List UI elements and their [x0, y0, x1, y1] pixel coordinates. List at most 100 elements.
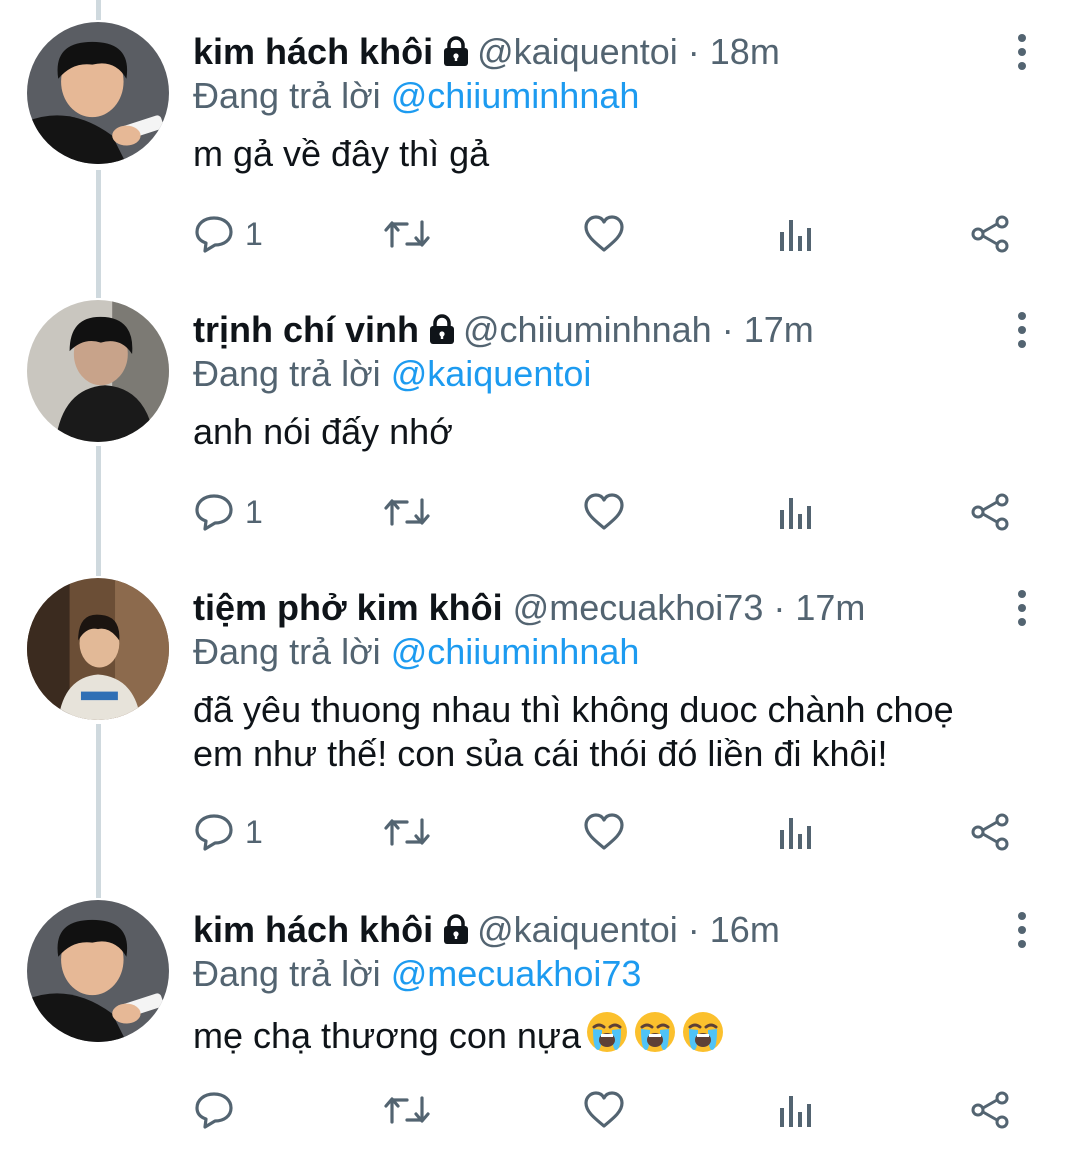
heart-icon — [583, 1090, 625, 1130]
thread-line — [96, 0, 101, 20]
analytics-icon — [777, 812, 813, 852]
retweet-icon — [383, 1090, 431, 1130]
replying-to: Đang trả lời @chiiuminhnah — [193, 74, 639, 118]
timestamp[interactable]: 18m — [710, 31, 780, 72]
separator-dot: · — [687, 31, 700, 72]
analytics-button[interactable] — [777, 212, 813, 256]
retweet-icon — [383, 812, 431, 852]
replying-to-label: Đang trả lời — [193, 953, 381, 994]
more-vertical-icon[interactable] — [1008, 588, 1036, 628]
timestamp[interactable]: 17m — [795, 587, 865, 628]
tweet-actions: 1 — [193, 212, 1023, 256]
analytics-button[interactable] — [777, 490, 813, 534]
like-button[interactable] — [583, 810, 625, 854]
user-handle[interactable]: @kaiquentoi — [477, 31, 678, 72]
separator-dot: · — [773, 587, 786, 628]
replying-to-label: Đang trả lời — [193, 631, 381, 672]
loudly-crying-face-icon — [633, 1010, 677, 1064]
user-handle[interactable]: @kaiquentoi — [477, 909, 678, 950]
boy-in-doorway-avatar[interactable] — [27, 578, 169, 720]
tweet-text: anh nói đấy nhớ — [193, 410, 1033, 454]
analytics-button[interactable] — [777, 1088, 813, 1132]
tweet-actions: 1 — [193, 810, 1023, 854]
user-handle[interactable]: @chiiuminhnah — [463, 309, 712, 350]
replying-to-label: Đang trả lời — [193, 353, 381, 394]
share-button[interactable] — [969, 490, 1011, 534]
analytics-icon — [777, 214, 813, 254]
display-name[interactable]: kim hách khôi — [193, 909, 433, 950]
separator-dot: · — [721, 309, 734, 350]
tweet-text-content: m gả về đây thì gả — [193, 133, 490, 174]
reply-count: 1 — [245, 215, 263, 252]
timestamp[interactable]: 17m — [744, 309, 814, 350]
analytics-button[interactable] — [777, 810, 813, 854]
tweet-text: đã yêu thuong nhau thì không duoc chành … — [193, 688, 1033, 776]
share-button[interactable] — [969, 1088, 1011, 1132]
like-button[interactable] — [583, 1088, 625, 1132]
retweet-button[interactable] — [383, 810, 431, 854]
more-vertical-icon[interactable] — [1008, 310, 1036, 350]
reply-button[interactable]: 1 — [193, 490, 263, 534]
tweet-header: tiệm phở kim khôi @mecuakhoi73 · 17m — [193, 586, 865, 630]
analytics-icon — [777, 492, 813, 532]
display-name[interactable]: kim hách khôi — [193, 31, 433, 72]
like-button[interactable] — [583, 490, 625, 534]
share-icon — [969, 214, 1011, 254]
tweet-text-content: em như thế! con sủa cái thói đó liền đi … — [193, 733, 888, 774]
reply-count: 1 — [245, 813, 263, 850]
share-icon — [969, 1090, 1011, 1130]
reply-button[interactable] — [193, 1088, 245, 1132]
share-button[interactable] — [969, 810, 1011, 854]
mention-link[interactable]: @mecuakhoi73 — [391, 953, 642, 994]
more-vertical-icon[interactable] — [1008, 32, 1036, 72]
lock-icon — [441, 911, 471, 955]
heart-icon — [583, 812, 625, 852]
tweet-text: m gả về đây thì gả — [193, 132, 1033, 176]
display-name[interactable]: trịnh chí vinh — [193, 309, 419, 350]
tweet-text: mẹ chạ thương con nựa — [193, 1010, 1033, 1064]
reply-button[interactable]: 1 — [193, 212, 263, 256]
reply-icon — [193, 1090, 235, 1130]
mention-link[interactable]: @chiiuminhnah — [391, 75, 640, 116]
tweet[interactable]: kim hách khôi @kaiquentoi · 16m Đang trả l… — [0, 900, 1079, 1160]
timestamp[interactable]: 16m — [710, 909, 780, 950]
heart-icon — [583, 492, 625, 532]
retweet-button[interactable] — [383, 212, 431, 256]
replying-to-label: Đang trả lời — [193, 75, 381, 116]
tweet[interactable]: kim hách khôi @kaiquentoi · 18m Đang trả l… — [0, 22, 1079, 282]
tweet-header: kim hách khôi @kaiquentoi · 18m — [193, 30, 780, 77]
like-button[interactable] — [583, 212, 625, 256]
mention-link[interactable]: @kaiquentoi — [391, 353, 592, 394]
tweet-text-content: đã yêu thuong nhau thì không duoc chành … — [193, 689, 954, 730]
user-handle[interactable]: @mecuakhoi73 — [513, 587, 764, 628]
replying-to: Đang trả lời @chiiuminhnah — [193, 630, 639, 674]
reply-button[interactable]: 1 — [193, 810, 263, 854]
boy-with-phone-avatar[interactable] — [27, 22, 169, 164]
boy-with-phone-avatar[interactable] — [27, 900, 169, 1042]
loudly-crying-face-icon — [681, 1010, 725, 1064]
tweet-text-content: mẹ chạ thương con nựa — [193, 1015, 582, 1056]
tweet-text-line: mẹ chạ thương con nựa — [193, 1010, 1033, 1064]
lock-icon — [441, 33, 471, 77]
tweet[interactable]: trịnh chí vinh @chiiuminhnah · 17m Đang tr… — [0, 300, 1079, 560]
more-vertical-icon[interactable] — [1008, 910, 1036, 950]
separator-dot: · — [687, 909, 700, 950]
tweet-actions: 1 — [193, 490, 1023, 534]
loudly-crying-face-icon — [585, 1010, 629, 1064]
replying-to: Đang trả lời @mecuakhoi73 — [193, 952, 641, 996]
tweet[interactable]: tiệm phở kim khôi @mecuakhoi73 · 17m Đang… — [0, 578, 1079, 851]
retweet-button[interactable] — [383, 490, 431, 534]
tweet-text-line: anh nói đấy nhớ — [193, 410, 1033, 454]
tweet-text-line: đã yêu thuong nhau thì không duoc chành … — [193, 688, 1033, 732]
reply-icon — [193, 812, 235, 852]
dark-hair-boy-avatar[interactable] — [27, 300, 169, 442]
retweet-button[interactable] — [383, 1088, 431, 1132]
retweet-icon — [383, 492, 431, 532]
analytics-icon — [777, 1090, 813, 1130]
mention-link[interactable]: @chiiuminhnah — [391, 631, 640, 672]
display-name[interactable]: tiệm phở kim khôi — [193, 587, 503, 628]
replying-to: Đang trả lời @kaiquentoi — [193, 352, 591, 396]
share-button[interactable] — [969, 212, 1011, 256]
tweet-text-line: m gả về đây thì gả — [193, 132, 1033, 176]
share-icon — [969, 492, 1011, 532]
